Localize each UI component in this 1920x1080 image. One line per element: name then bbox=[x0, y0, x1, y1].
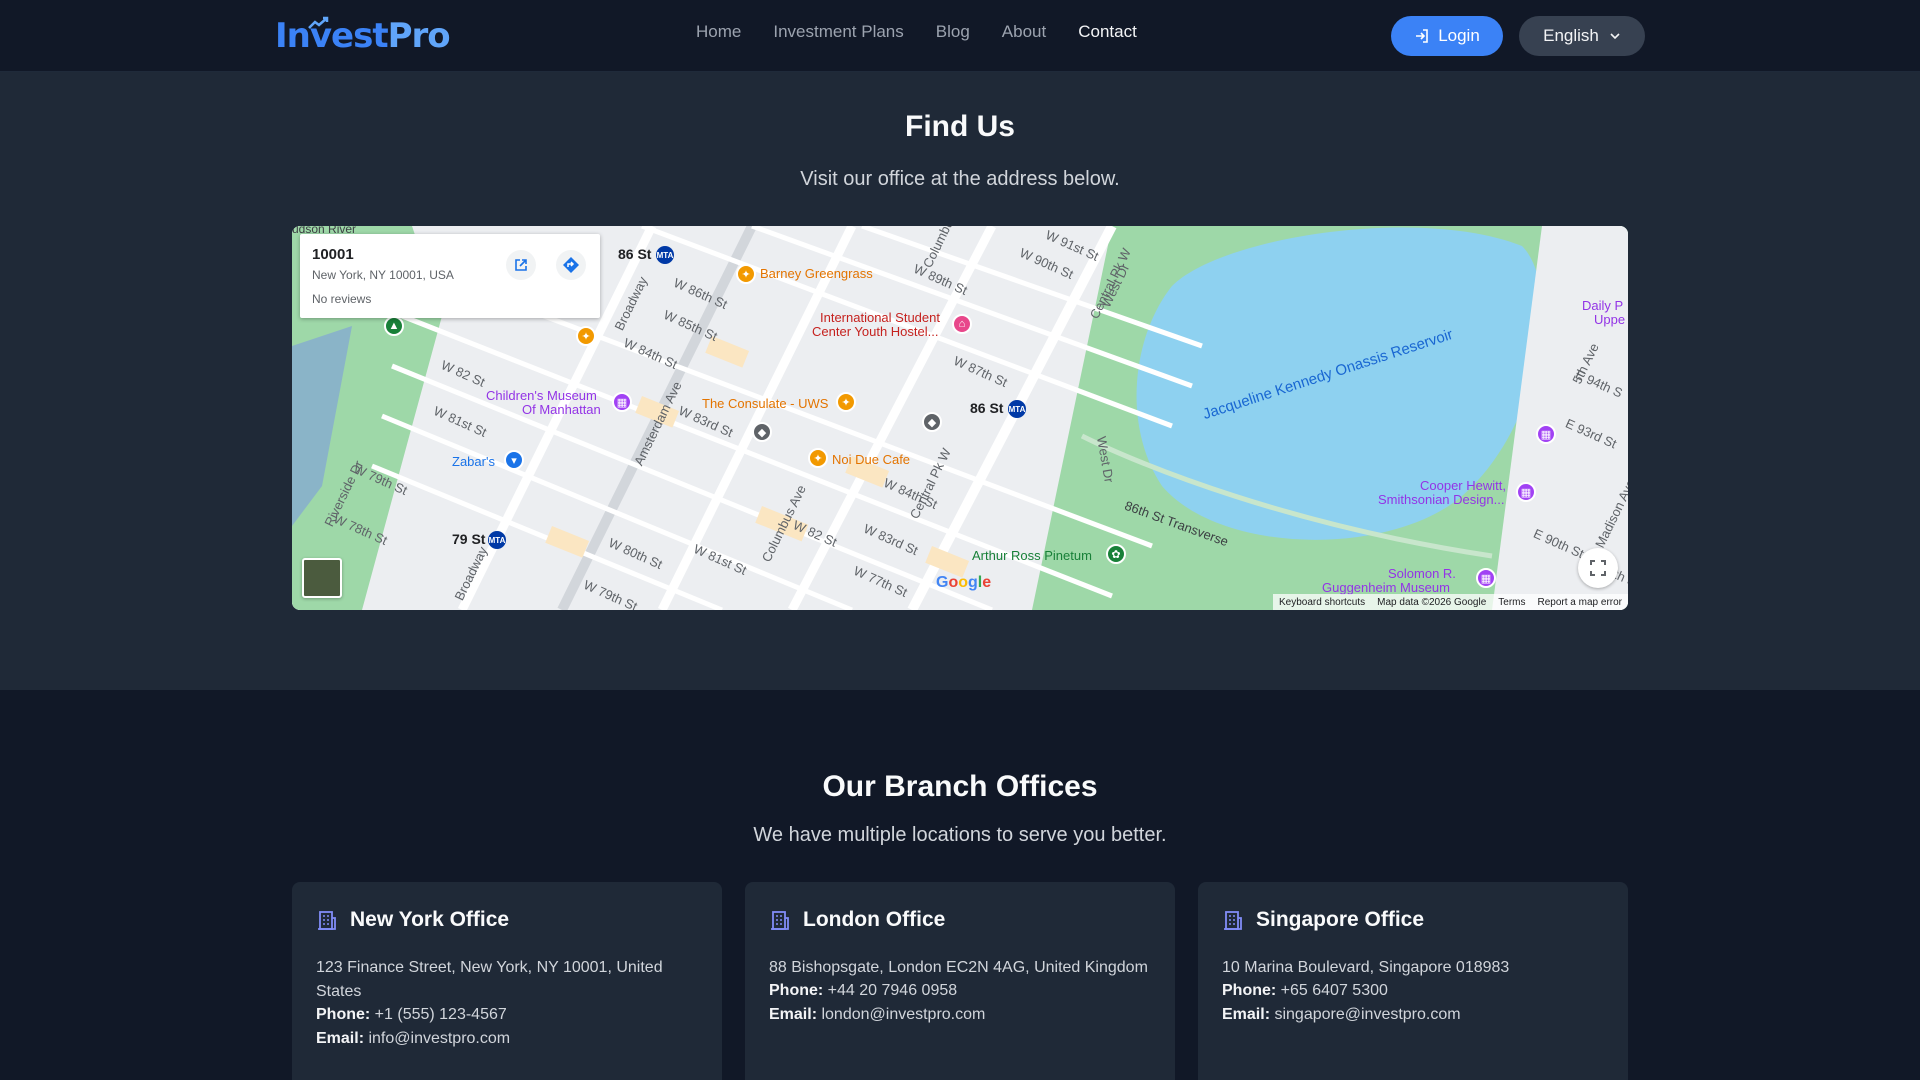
office-phone: Phone: +44 20 7946 0958 bbox=[769, 982, 958, 999]
museum-icon[interactable]: ▦ bbox=[1536, 424, 1556, 444]
map-data-text: Map data ©2026 Google bbox=[1377, 596, 1487, 608]
login-button[interactable]: Login bbox=[1391, 16, 1503, 56]
find-us-title: Find Us bbox=[905, 110, 1015, 143]
building-icon bbox=[1224, 911, 1242, 930]
restaurant-icon[interactable]: ✦ bbox=[808, 448, 828, 468]
poi-guggenheim-2[interactable]: Guggenheim Museum bbox=[1322, 580, 1450, 595]
login-icon bbox=[1416, 29, 1428, 43]
poi-cooper-hewitt[interactable]: Cooper Hewitt, bbox=[1420, 478, 1506, 493]
language-label: English bbox=[1543, 26, 1599, 45]
poi-zabars[interactable]: Zabar's bbox=[452, 454, 495, 469]
subway-icon[interactable]: MTA bbox=[656, 246, 674, 264]
report-error-link[interactable]: Report a map error bbox=[1538, 597, 1622, 608]
poi-childrens-museum-2[interactable]: Of Manhattan bbox=[522, 402, 601, 417]
login-label: Login bbox=[1438, 26, 1480, 45]
museum-icon[interactable]: ▦ bbox=[612, 392, 632, 412]
terms-link[interactable]: Terms bbox=[1498, 597, 1525, 608]
office-email: Email: london@investpro.com bbox=[769, 1006, 986, 1023]
museum-icon[interactable]: ▦ bbox=[1476, 568, 1496, 588]
office-address: 123 Finance Street, New York, NY 10001, … bbox=[316, 959, 663, 1000]
office-address: 88 Bishopsgate, London EC2N 4AG, United … bbox=[769, 959, 1148, 976]
open-in-maps-button[interactable] bbox=[506, 250, 536, 280]
office-name: Singapore Office bbox=[1256, 908, 1425, 931]
office-card-new-york: New York Office 123 Finance Street, New … bbox=[292, 882, 722, 1080]
office-card-singapore: Singapore Office 10 Marina Boulevard, Si… bbox=[1198, 882, 1628, 1080]
shopping-icon[interactable]: ▾ bbox=[504, 450, 524, 470]
subway-icon[interactable]: MTA bbox=[1008, 400, 1026, 418]
fullscreen-icon bbox=[1590, 560, 1606, 576]
chevron-down-icon bbox=[1610, 33, 1620, 40]
restaurant-icon[interactable]: ✦ bbox=[576, 326, 596, 346]
office-map[interactable]: W 86th St W 85th St W 84th St W 82 St W … bbox=[292, 226, 1628, 610]
poi-intl-student-2[interactable]: Center Youth Hostel... bbox=[812, 324, 938, 339]
fullscreen-button[interactable] bbox=[1578, 548, 1618, 588]
station-label: 86 St bbox=[970, 400, 1004, 416]
keyboard-shortcuts-link[interactable]: Keyboard shortcuts bbox=[1279, 597, 1365, 608]
office-address: 10 Marina Boulevard, Singapore 018983 bbox=[1222, 959, 1510, 976]
nav-home[interactable]: Home bbox=[696, 22, 741, 42]
office-name: London Office bbox=[803, 908, 946, 931]
office-phone: Phone: +1 (555) 123-4567 bbox=[316, 1006, 507, 1023]
language-select[interactable]: English bbox=[1519, 16, 1645, 56]
place-reviews: No reviews bbox=[312, 292, 372, 306]
restaurant-icon[interactable]: ✦ bbox=[736, 264, 756, 284]
nav-investment-plans[interactable]: Investment Plans bbox=[773, 22, 903, 42]
restaurant-icon[interactable]: ✦ bbox=[836, 392, 856, 412]
nav-about[interactable]: About bbox=[1002, 22, 1046, 42]
nav-links: Home Investment Plans Blog About Contact bbox=[696, 22, 1137, 42]
logo-arrow-icon bbox=[308, 16, 329, 29]
directions-button[interactable] bbox=[556, 250, 586, 280]
office-card-london: London Office 88 Bishopsgate, London EC2… bbox=[745, 882, 1175, 1080]
office-email: Email: info@investpro.com bbox=[316, 1030, 511, 1047]
park-icon[interactable]: ▲ bbox=[384, 316, 404, 336]
hostel-icon[interactable]: ⌂ bbox=[952, 314, 972, 334]
google-logo: Google bbox=[936, 574, 992, 591]
poi-daily[interactable]: Daily P bbox=[1582, 298, 1623, 313]
place-address: New York, NY 10001, USA bbox=[312, 268, 454, 282]
station-label: 86 St bbox=[618, 246, 652, 262]
directions-icon bbox=[563, 257, 579, 273]
top-navbar: In vest Pro Home Investment Plans Blog Abo… bbox=[0, 0, 1920, 72]
park-icon[interactable]: ✿ bbox=[1106, 544, 1126, 564]
nav-blog[interactable]: Blog bbox=[936, 22, 970, 42]
poi-arthur-ross[interactable]: Arthur Ross Pinetum bbox=[972, 548, 1092, 563]
poi-guggenheim[interactable]: Solomon R. bbox=[1388, 566, 1456, 581]
poi-daily-2[interactable]: Uppe bbox=[1594, 312, 1625, 327]
office-name: New York Office bbox=[350, 908, 510, 931]
poi-noi-due-cafe[interactable]: Noi Due Cafe bbox=[832, 452, 910, 467]
building-icon bbox=[318, 911, 336, 930]
poi-barney-greengrass[interactable]: Barney Greengrass bbox=[760, 266, 873, 281]
office-phone: Phone: +65 6407 5300 bbox=[1222, 982, 1388, 999]
building-icon bbox=[771, 911, 789, 930]
school-icon[interactable]: ◆ bbox=[922, 412, 942, 432]
museum-icon[interactable]: ▦ bbox=[1516, 482, 1536, 502]
poi-the-consulate[interactable]: The Consulate - UWS bbox=[702, 396, 828, 411]
station-label: 79 St bbox=[452, 531, 486, 547]
poi-childrens-museum[interactable]: Children's Museum bbox=[486, 388, 597, 403]
subway-icon[interactable]: MTA bbox=[488, 531, 506, 549]
satellite-toggle[interactable] bbox=[302, 558, 342, 598]
find-us-subtitle: Visit our office at the address below. bbox=[800, 168, 1120, 190]
map-place-card: 10001 New York, NY 10001, USA No reviews bbox=[300, 234, 600, 318]
nav-contact[interactable]: Contact bbox=[1078, 22, 1137, 42]
office-email: Email: singapore@investpro.com bbox=[1222, 1006, 1461, 1023]
poi-cooper-hewitt-2[interactable]: Smithsonian Design... bbox=[1378, 492, 1504, 507]
investpro-logo[interactable]: In vest Pro bbox=[275, 14, 451, 58]
map-attribution: Keyboard shortcuts Map data ©2026 Google… bbox=[1272, 594, 1628, 610]
school-icon[interactable]: ◆ bbox=[752, 422, 772, 442]
branches-subtitle: We have multiple locations to serve you … bbox=[753, 824, 1167, 846]
branch-offices-section: Our Branch Offices We have multiple loca… bbox=[0, 690, 1920, 1080]
poi-intl-student[interactable]: International Student bbox=[820, 310, 940, 325]
place-title: 10001 bbox=[312, 246, 354, 263]
branches-title: Our Branch Offices bbox=[822, 770, 1098, 803]
external-link-icon bbox=[515, 259, 527, 271]
